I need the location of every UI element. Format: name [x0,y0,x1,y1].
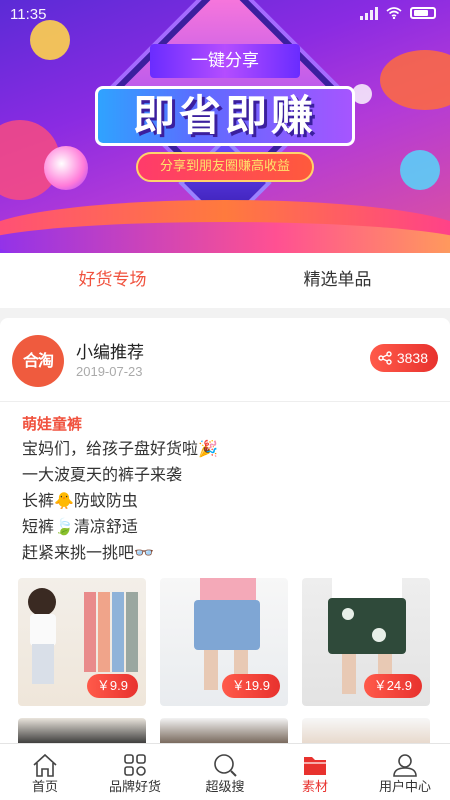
home-icon [33,753,57,777]
signal-icon [360,6,378,20]
product-photo-detail [342,654,356,694]
product-photo-detail [372,628,386,642]
post-title: 萌娃童裤 [22,415,83,433]
post-author: 小编推荐 [76,343,144,363]
product-grid: ￥9.9 ￥19.9 ￥24.9 [18,578,432,706]
post-line: 短裤🍃清凉舒适 [22,517,138,536]
product-image[interactable]: ￥19.9 [160,578,288,706]
product-price: ￥19.9 [221,674,280,698]
product-photo-detail [98,592,110,672]
product-photo-detail [28,588,56,616]
product-photo-detail [342,608,354,620]
tab-selected-items[interactable]: 精选单品 [225,253,450,308]
decor-wave [0,222,450,253]
nav-super-search-label: 超级搜 [205,780,245,795]
share-button[interactable]: 3838 [369,344,438,372]
tab-good-products[interactable]: 好货专场 [0,253,225,308]
post-line: 长裤🐥防蚊防虫 [22,491,138,510]
nav-super-search[interactable]: 超级搜 [180,744,270,800]
nav-home-label: 首页 [31,780,58,795]
product-photo-detail [112,592,124,672]
product-price: ￥24.9 [363,674,422,698]
product-photo-detail [200,578,256,600]
nav-brand-goods[interactable]: 品牌好货 [90,744,180,800]
product-price: ￥9.9 [86,674,138,698]
nav-materials-label: 素材 [301,780,328,795]
share-count: 3838 [396,350,428,366]
decor-ball [44,146,88,190]
post-line: 赶紧来挑一挑吧👓 [22,543,154,562]
product-image[interactable]: ￥9.9 [18,578,146,706]
battery-icon [410,7,436,19]
post-date: 2019-07-23 [76,364,143,379]
nav-user-center[interactable]: 用户中心 [360,744,450,800]
status-time: 11:35 [10,6,47,23]
segment-tabs: 好货专场 精选单品 [0,253,450,308]
folder-icon [304,757,326,775]
banner-subtitle: 分享到朋友圈赚高收益 [136,152,314,182]
divider [0,401,450,402]
share-icon [378,351,392,365]
nav-brand-goods-label: 品牌好货 [108,780,161,795]
nav-materials[interactable]: 素材 [270,744,360,800]
post-line: 宝妈们，给孩子盘好货啦🎉 [22,439,218,458]
product-photo-detail [328,598,406,654]
product-photo-detail [30,614,56,646]
product-photo-detail [332,578,402,598]
decor-circle [400,150,440,190]
post-body: 萌娃童裤 宝妈们，给孩子盘好货啦🎉 一大波夏天的裤子来袭 长裤🐥防蚊防虫 短裤🍃… [22,412,432,566]
product-photo-detail [126,592,138,672]
nav-user-center-label: 用户中心 [378,780,431,795]
search-icon [214,754,237,777]
product-photo-detail [194,600,260,650]
product-photo-detail [32,644,54,684]
grid-icon [124,754,146,776]
product-image[interactable]: ￥24.9 [302,578,430,706]
bottom-nav: 首页 品牌好货 超级搜 素材 用户中心 [0,743,450,800]
user-icon [393,754,417,777]
banner-headline: 即省即赚 [95,86,355,146]
status-bar: 11:35 [0,0,450,30]
decor-circle [380,50,450,110]
promo-banner[interactable]: 11:35 一键分享 即省即赚 分享到朋友圈赚高收益 [0,0,450,253]
post-card: 合淘 小编推荐 2019-07-23 3838 萌娃童裤 宝妈们，给孩子盘好货啦… [0,318,450,748]
product-photo-detail [204,650,218,690]
decor-circle [352,84,372,104]
product-photo-detail [84,592,96,672]
banner-top-label: 一键分享 [150,44,300,78]
avatar: 合淘 [12,335,64,387]
post-line: 一大波夏天的裤子来袭 [22,465,183,484]
nav-home[interactable]: 首页 [0,744,90,800]
wifi-icon [386,7,402,19]
